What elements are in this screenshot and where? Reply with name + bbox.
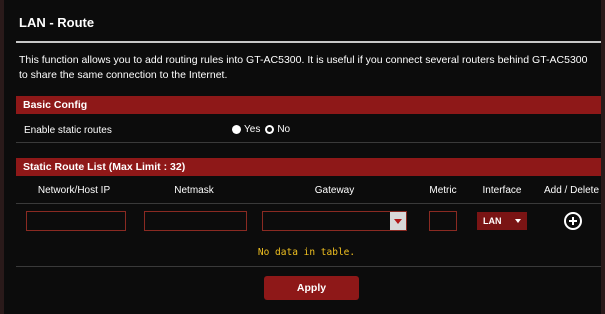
static-route-list-header: Static Route List (Max Limit : 32) bbox=[16, 158, 601, 176]
gateway-dropdown-button[interactable] bbox=[390, 212, 406, 230]
enable-static-routes-radio-group: Yes No bbox=[232, 124, 295, 135]
page-description: This function allows you to add routing … bbox=[19, 54, 588, 81]
interface-select-value: LAN bbox=[483, 216, 502, 226]
footer-divider bbox=[16, 266, 601, 267]
interface-select[interactable]: LAN bbox=[477, 212, 527, 230]
radio-no-label: No bbox=[277, 124, 291, 135]
network-host-ip-input[interactable] bbox=[26, 211, 126, 231]
page-title: LAN - Route bbox=[19, 15, 95, 30]
enable-static-routes-label: Enable static routes bbox=[24, 125, 112, 136]
basic-config-header: Basic Config bbox=[16, 96, 601, 114]
main-panel: LAN - Route This function allows you to … bbox=[0, 0, 605, 314]
column-netmask: Netmask bbox=[174, 185, 214, 196]
metric-input[interactable] bbox=[429, 211, 457, 231]
netmask-input[interactable] bbox=[144, 211, 247, 231]
apply-button[interactable]: Apply bbox=[264, 276, 359, 300]
chevron-down-icon bbox=[515, 219, 521, 223]
column-network-host-ip: Network/Host IP bbox=[37, 185, 111, 196]
empty-table-message: No data in table. bbox=[257, 247, 356, 258]
column-add-delete: Add / Delete bbox=[543, 185, 600, 196]
add-route-button[interactable] bbox=[564, 212, 582, 230]
radio-yes-label: Yes bbox=[244, 124, 261, 135]
column-metric: Metric bbox=[429, 185, 457, 196]
config-divider bbox=[16, 142, 601, 143]
header-divider bbox=[16, 203, 601, 204]
title-divider bbox=[16, 41, 601, 43]
caret-down-icon bbox=[394, 218, 402, 224]
column-interface: Interface bbox=[482, 185, 522, 196]
radio-no[interactable] bbox=[265, 125, 275, 134]
radio-yes[interactable] bbox=[232, 125, 241, 134]
column-gateway: Gateway bbox=[314, 185, 355, 196]
gateway-input[interactable] bbox=[262, 211, 407, 231]
